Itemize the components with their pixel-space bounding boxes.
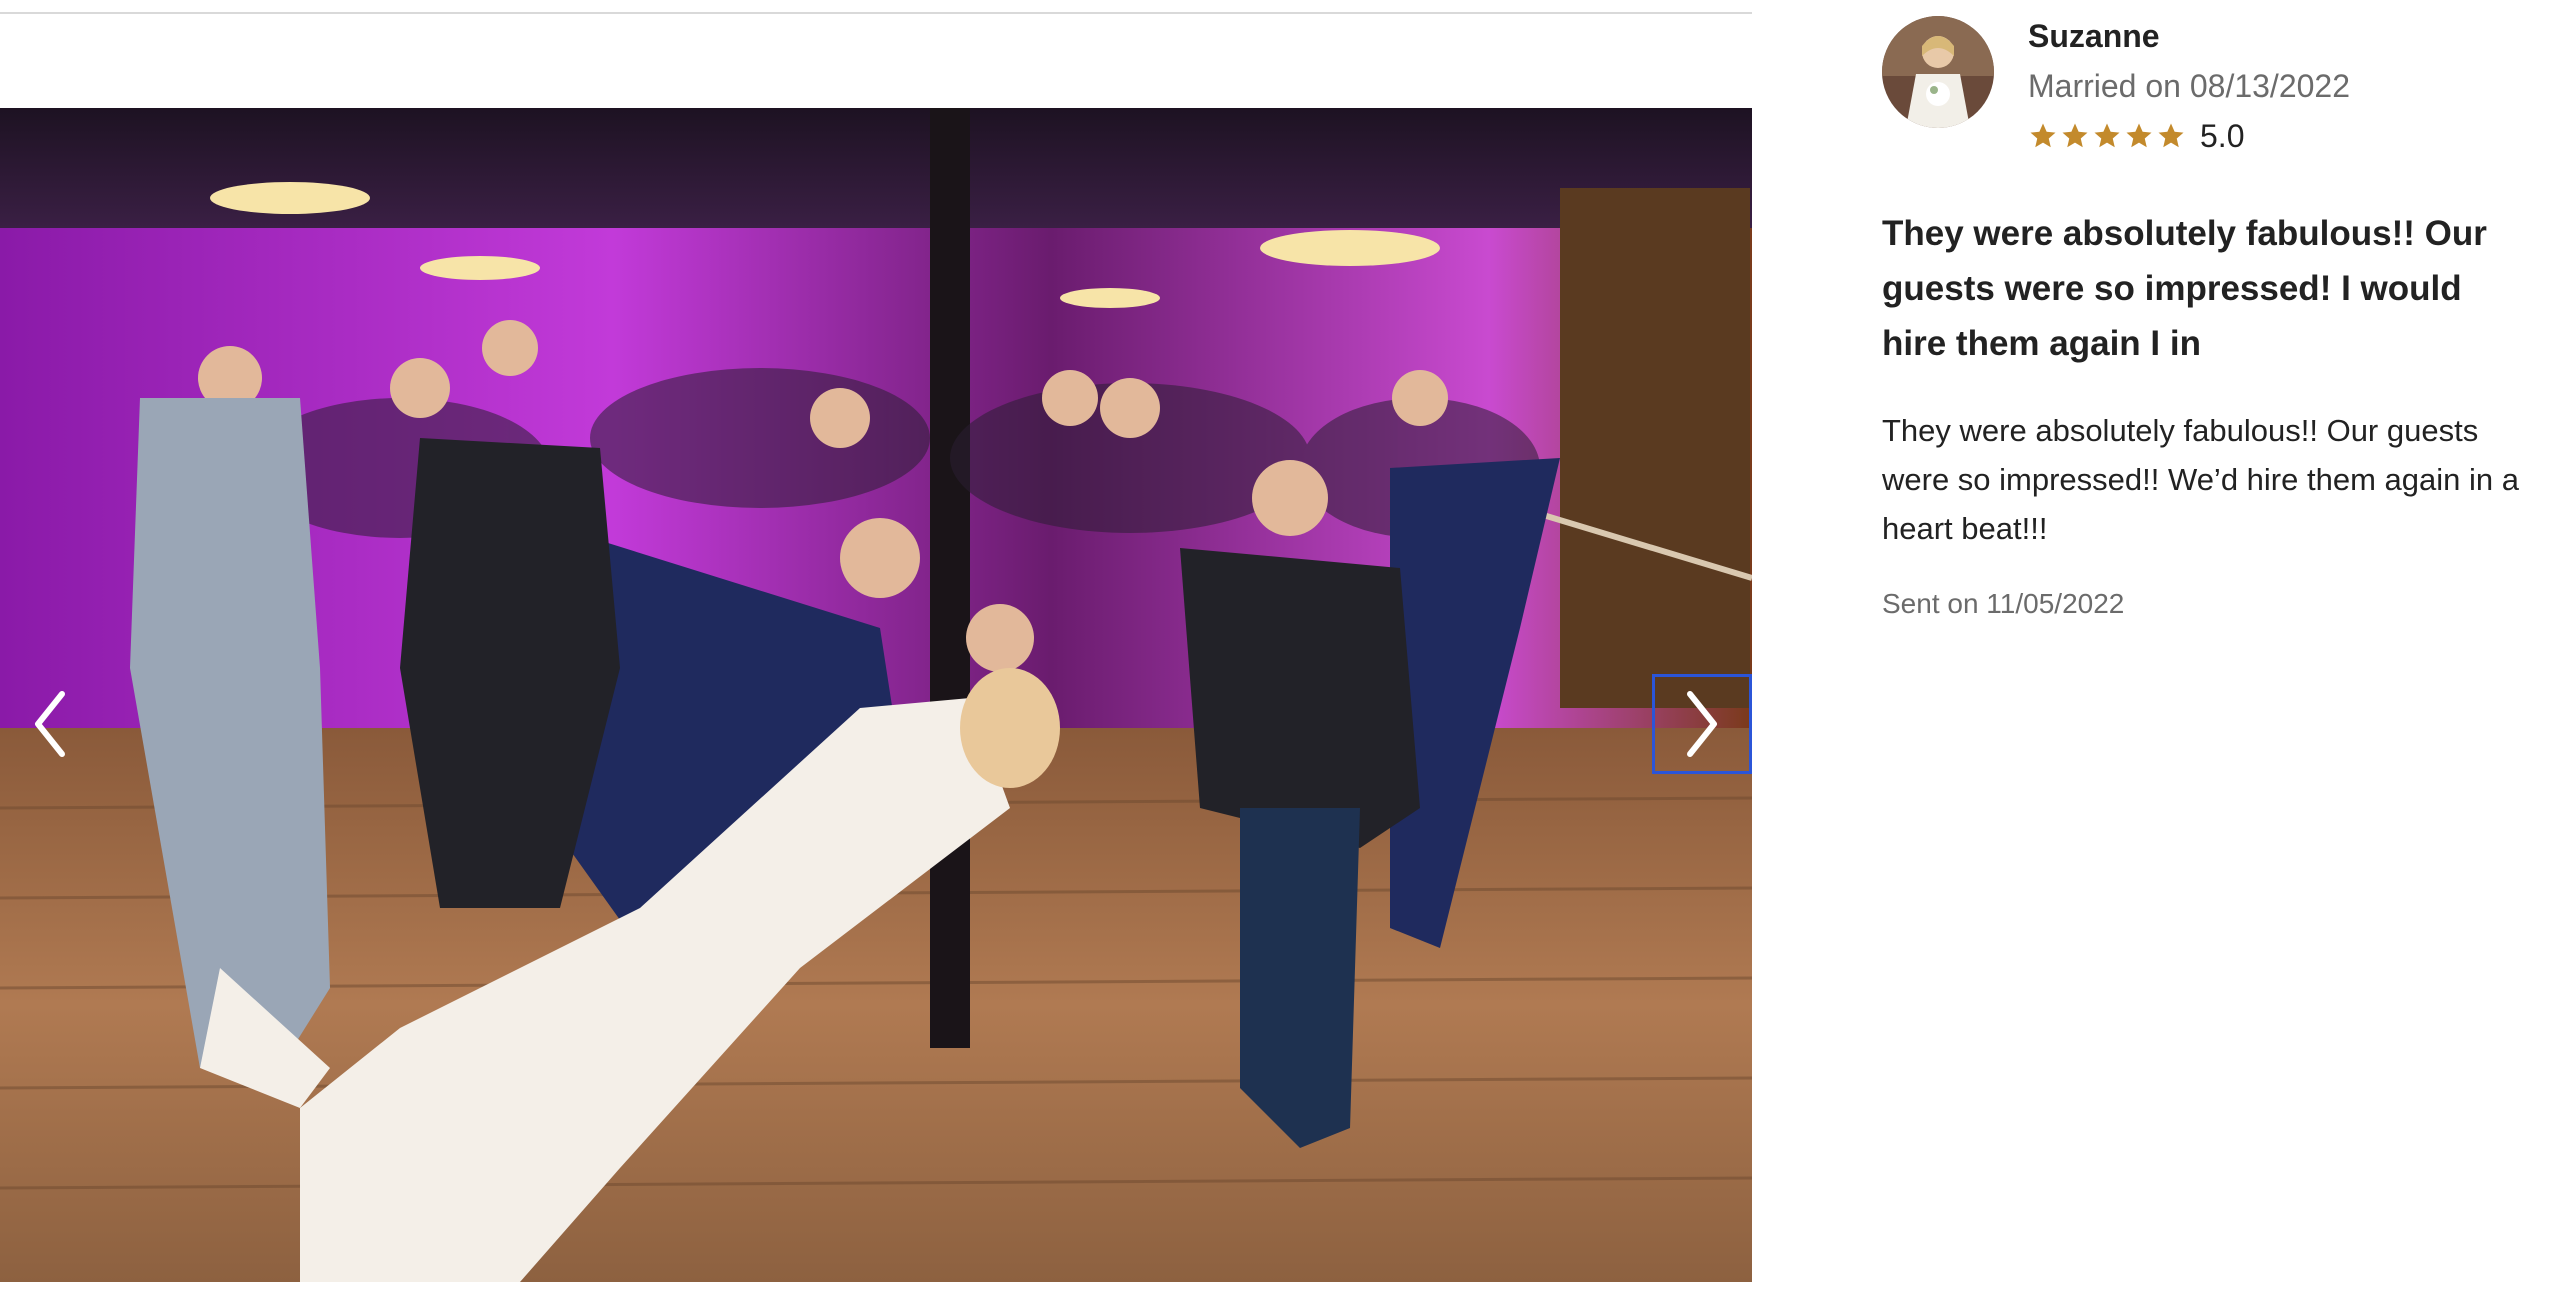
rating: 5.0 <box>2028 116 2244 156</box>
next-photo-button[interactable] <box>1652 674 1752 774</box>
star-icon <box>2092 121 2122 151</box>
review-detail-page: Suzanne Married on 08/13/2022 5.0 They w… <box>0 0 2558 1304</box>
star-icon <box>2028 121 2058 151</box>
review-title: They were absolutely fabulous!! Our gues… <box>1882 214 2487 363</box>
chevron-right-icon <box>1687 691 1717 757</box>
review-photo <box>0 108 1752 1282</box>
star-icon <box>2060 121 2090 151</box>
married-date: Married on 08/13/2022 <box>2028 68 2350 104</box>
sent-date: Sent on 11/05/2022 <box>1882 588 2125 619</box>
review-body: They were absolutely fabulous!! Our gues… <box>1882 413 2519 546</box>
previous-photo-button[interactable] <box>0 674 100 774</box>
star-rating <box>2028 121 2186 151</box>
photo-gallery[interactable] <box>0 108 1752 1282</box>
star-icon <box>2124 121 2154 151</box>
chevron-left-icon <box>35 691 65 757</box>
star-icon <box>2156 121 2186 151</box>
top-divider <box>0 12 1752 14</box>
reviewer-name: Suzanne <box>2028 18 2160 54</box>
rating-value: 5.0 <box>2200 117 2245 154</box>
reviewer-avatar[interactable] <box>1882 16 1994 128</box>
